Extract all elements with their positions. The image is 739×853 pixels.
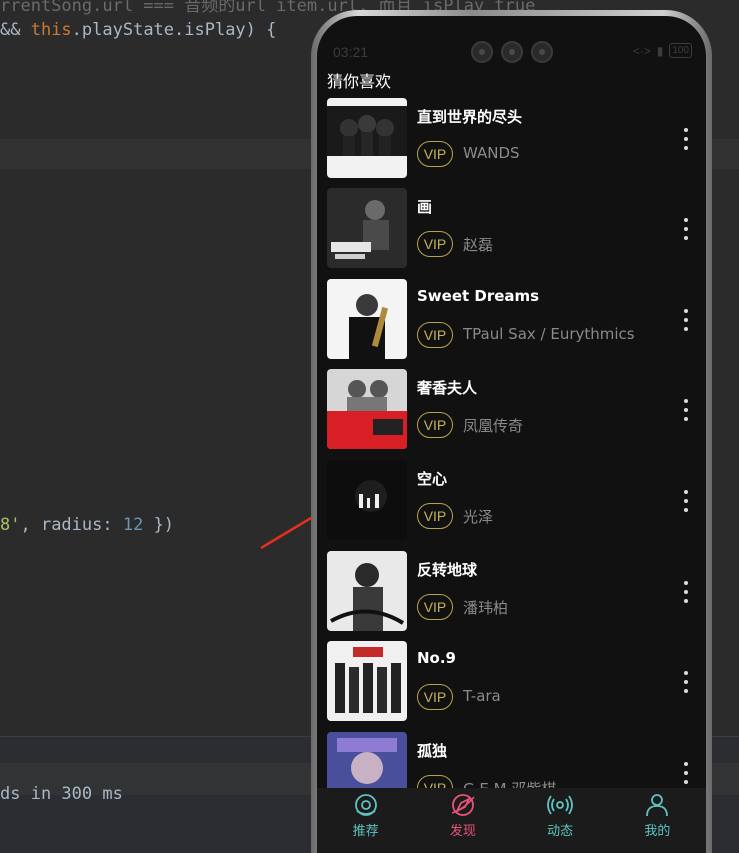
more-options-icon[interactable] [681, 128, 691, 152]
more-options-icon[interactable] [681, 671, 691, 695]
console-line: ds in 300 ms [0, 784, 123, 804]
battery-icon: 100 [669, 43, 692, 58]
album-cover [327, 641, 407, 721]
more-options-icon[interactable] [681, 309, 691, 333]
song-item[interactable]: 画 VIP 赵磊 [327, 188, 702, 270]
vip-badge: VIP [417, 231, 453, 257]
song-item[interactable]: 直到世界的尽头 VIP WANDS [327, 98, 702, 180]
song-artist: 光泽 [463, 508, 494, 526]
more-options-icon[interactable] [681, 581, 691, 605]
song-title: 空心 [417, 470, 448, 488]
song-title: Sweet Dreams [417, 287, 540, 305]
song-title: 孤独 [417, 742, 448, 760]
code-line-2: 8', radius: 12 }) [0, 515, 175, 535]
broadcast-icon [547, 795, 574, 815]
phone-screen: 03:21 <·> ▮ 100 猜你喜欢 直到世界的尽头 VIP WANDS 画… [317, 16, 706, 853]
bottom-tab-bar: 推荐 发现 动态 我的 [317, 788, 706, 853]
song-list: 直到世界的尽头 VIP WANDS 画 VIP 赵磊 Sweet Dreams … [327, 98, 702, 788]
tab-label: 推荐 [352, 824, 379, 839]
song-item[interactable]: No.9 VIP T-ara [327, 641, 702, 723]
more-options-icon[interactable] [681, 490, 691, 514]
vip-badge: VIP [417, 322, 453, 348]
song-title: 画 [417, 198, 433, 216]
camera-icon [471, 41, 493, 63]
song-title: 直到世界的尽头 [417, 108, 523, 126]
tab-activity[interactable]: 动态 [512, 788, 609, 853]
status-icons: <·> ▮ 100 [633, 43, 692, 58]
vip-badge: VIP [417, 503, 453, 529]
song-item[interactable]: 反转地球 VIP 潘玮柏 [327, 551, 702, 633]
tab-discover[interactable]: 发现 [414, 788, 511, 853]
vip-badge: VIP [417, 594, 453, 620]
status-time: 03:21 [333, 44, 369, 60]
song-title: 反转地球 [417, 561, 478, 579]
camera-icon [501, 41, 523, 63]
more-options-icon[interactable] [681, 218, 691, 242]
song-artist: 凤凰传奇 [463, 417, 524, 435]
vip-badge: VIP [417, 412, 453, 438]
vip-badge: VIP [417, 775, 453, 788]
album-cover [327, 98, 407, 178]
camera-icon [531, 41, 553, 63]
song-item[interactable]: 空心 VIP 光泽 [327, 460, 702, 542]
album-cover [327, 279, 407, 359]
album-cover [327, 551, 407, 631]
section-title: 猜你喜欢 [327, 72, 392, 91]
song-artist: T-ara [463, 687, 501, 705]
tab-label: 动态 [547, 824, 574, 839]
album-cover [327, 460, 407, 540]
song-title: 奢香夫人 [417, 379, 478, 397]
user-icon [646, 794, 669, 817]
code-line-1: && this.playState.isPlay) { [0, 20, 277, 40]
song-item[interactable]: 孤独 VIP G.E.M.邓紫棋 [327, 732, 702, 788]
more-options-icon[interactable] [681, 399, 691, 423]
vip-badge: VIP [417, 684, 453, 710]
disc-icon [354, 794, 377, 816]
song-title: No.9 [417, 649, 456, 667]
song-item[interactable]: 奢香夫人 VIP 凤凰传奇 [327, 369, 702, 451]
signal-icon: <·> [632, 43, 651, 58]
song-artist: TPaul Sax / Eurythmics [463, 325, 635, 343]
compass-icon [451, 794, 475, 816]
album-cover [327, 369, 407, 449]
album-cover [327, 732, 407, 788]
more-options-icon[interactable] [681, 762, 691, 786]
song-artist: G.E.M.邓紫棋 [463, 778, 556, 788]
tab-recommend[interactable]: 推荐 [317, 788, 414, 853]
vip-badge: VIP [417, 141, 453, 167]
song-artist: 潘玮柏 [463, 599, 509, 617]
tab-label: 发现 [449, 824, 476, 839]
album-cover [327, 188, 407, 268]
song-artist: 赵磊 [463, 236, 494, 254]
lock-icon: ▮ [656, 43, 664, 58]
tab-mine[interactable]: 我的 [609, 788, 706, 853]
song-item[interactable]: Sweet Dreams VIP TPaul Sax / Eurythmics [327, 279, 702, 361]
tab-label: 我的 [644, 824, 671, 839]
phone-frame: 03:21 <·> ▮ 100 猜你喜欢 直到世界的尽头 VIP WANDS 画… [311, 10, 712, 853]
song-artist: WANDS [463, 144, 520, 162]
